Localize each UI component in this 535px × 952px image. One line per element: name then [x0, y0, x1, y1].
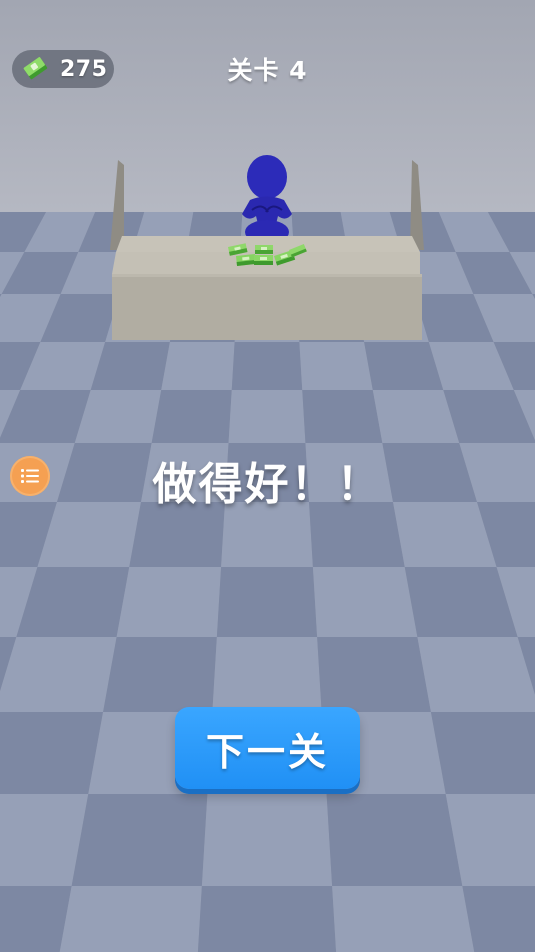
floor-tile [0, 637, 117, 712]
floor-tile [430, 712, 535, 794]
floor-tile [312, 567, 418, 637]
floor-tile [317, 637, 431, 712]
floor-tile [302, 390, 383, 443]
floor-tile [0, 886, 72, 952]
floor-tile [197, 886, 337, 952]
floor-tile [59, 886, 202, 952]
floor-tile [326, 794, 463, 886]
next-level-label: 下一关 [205, 729, 329, 774]
floor-tile [116, 567, 222, 637]
next-level-button[interactable]: 下一关 [175, 707, 360, 789]
floor-tile [299, 342, 373, 390]
floor-tile [216, 567, 318, 637]
floor-tile [161, 342, 235, 390]
floor-tile [103, 637, 217, 712]
praise-text: 做得好！！ [152, 459, 383, 510]
floor-tile [71, 794, 208, 886]
floor-tile [0, 712, 104, 794]
floor-tile [462, 886, 535, 952]
floor-tile [151, 390, 232, 443]
floor-tile [201, 794, 333, 886]
floor-tile [228, 390, 306, 443]
floor-tile [417, 637, 535, 712]
floor-tile [332, 886, 475, 952]
level-label: 关卡 4 [227, 56, 308, 85]
floor-tile [212, 637, 322, 712]
floor-tile [231, 342, 303, 390]
